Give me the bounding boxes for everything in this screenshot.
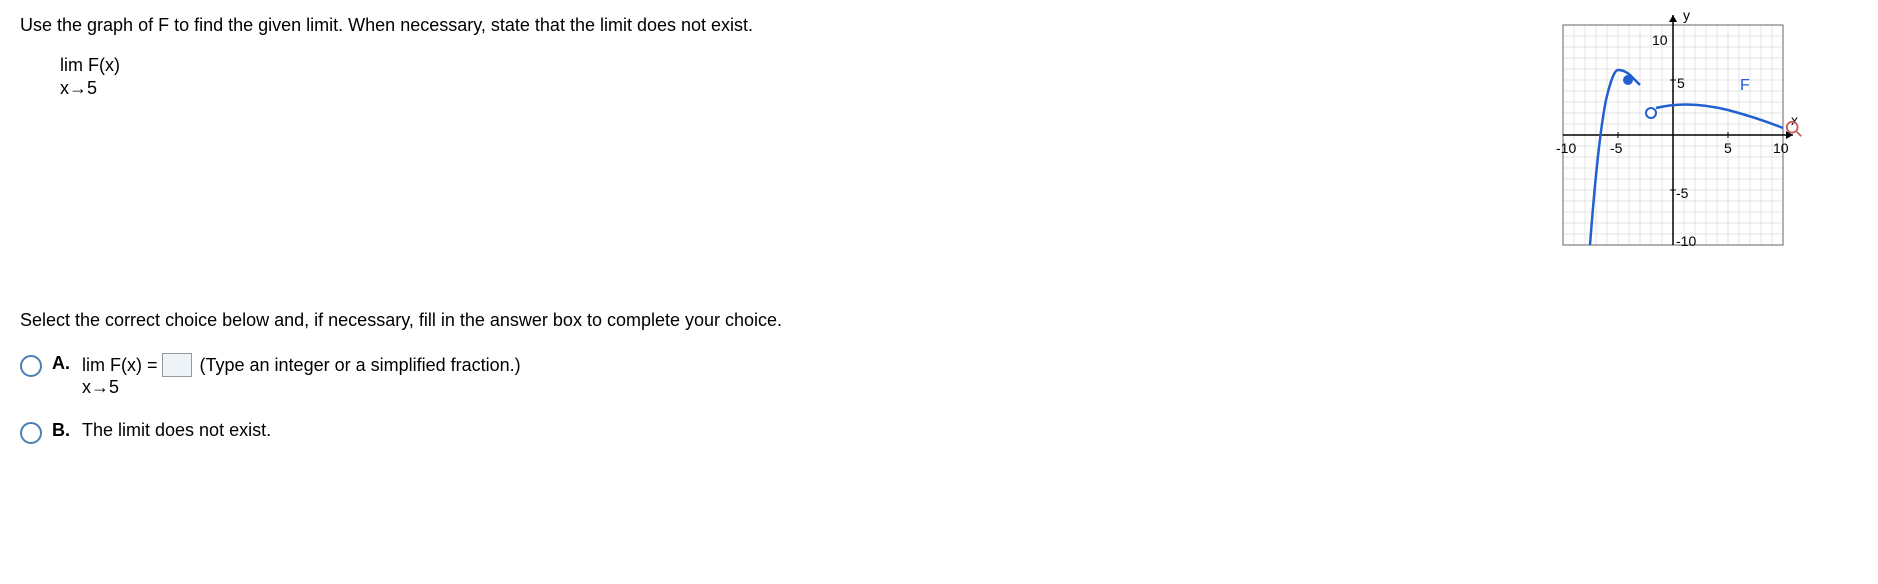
- radio-choice-b[interactable]: [20, 422, 42, 444]
- tick-xn10: -10: [1556, 140, 1576, 156]
- choice-b-letter: B.: [52, 420, 72, 441]
- answer-instruction: Select the correct choice below and, if …: [20, 310, 1858, 331]
- choice-a-hint: (Type an integer or a simplified fractio…: [200, 355, 521, 376]
- graph-panel: y x 10 5 -5 -10 -10 -5 5 10: [1548, 10, 1798, 260]
- choice-a-limit-top: lim F(x) =: [82, 355, 158, 376]
- choice-a-letter: A.: [52, 353, 72, 374]
- tick-yn5: -5: [1676, 185, 1689, 201]
- limit-bottom: x→5: [60, 77, 1548, 100]
- tick-x10: 10: [1773, 140, 1789, 156]
- limit-expression: lim F(x) x→5: [60, 54, 1548, 101]
- limit-top: lim F(x): [60, 54, 1548, 77]
- choice-a-limit-bottom: x→5: [82, 377, 521, 398]
- choice-b-text: The limit does not exist.: [82, 420, 271, 441]
- curve-label: F: [1740, 77, 1750, 94]
- tick-yn10: -10: [1676, 233, 1696, 249]
- choice-a-limit: lim F(x) = (Type an integer or a simplif…: [82, 353, 521, 398]
- tick-xn5: -5: [1610, 140, 1623, 156]
- answer-input-box[interactable]: [162, 353, 192, 377]
- question-prompt: Use the graph of F to find the given lim…: [20, 15, 1548, 36]
- radio-choice-a[interactable]: [20, 355, 42, 377]
- tick-x5: 5: [1724, 140, 1732, 156]
- y-axis-label: y: [1683, 10, 1690, 23]
- tick-y10: 10: [1652, 32, 1668, 48]
- tick-y5: 5: [1677, 75, 1685, 91]
- graph-svg: y x 10 5 -5 -10 -10 -5 5 10: [1548, 10, 1798, 260]
- zoom-icon[interactable]: [1785, 120, 1803, 138]
